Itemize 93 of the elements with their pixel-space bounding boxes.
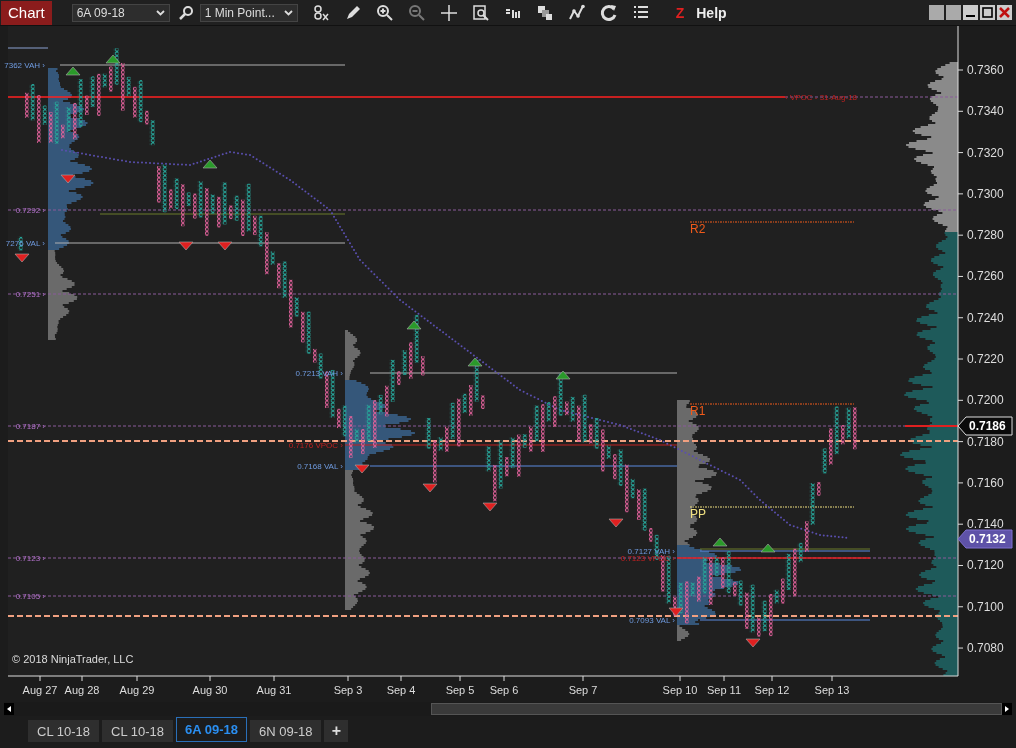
price-tick: 0.7300 [967,186,1004,201]
pivot-label: R2 [690,222,706,236]
minimize-icon[interactable] [963,5,978,20]
date-tick: Aug 30 [192,684,228,696]
up-triangle-icon [467,357,483,367]
date-tick: Sep 3 [333,684,363,696]
price-tick: 0.7140 [967,517,1004,532]
up-triangle-icon [760,543,776,553]
level-label: 0.7176 VPOC › [288,441,343,450]
down-triangle-icon [354,464,370,474]
bar-type-icon[interactable] [311,3,330,22]
price-tick: 0.7340 [967,104,1004,119]
date-tick: Aug 31 [256,684,292,696]
level-label: 0.7093 VAL › [629,616,675,625]
add-tab-button[interactable]: + [324,720,349,742]
date-tick: Sep 6 [489,684,519,696]
down-triangle-icon [60,174,76,184]
level-label: 7362 VAH › [4,61,45,70]
down-triangle-icon [14,253,30,263]
date-tick: Sep 11 [706,684,742,696]
level-label: 0.7123 › [15,554,45,563]
maximize-icon[interactable] [980,5,995,20]
down-triangle-icon [608,518,624,528]
down-triangle-icon [745,638,761,648]
up-triangle-icon [555,370,571,380]
date-tick: Aug 27 [22,684,58,696]
scrollbar-thumb[interactable] [431,703,1002,715]
down-triangle-icon [217,241,233,251]
zoom-out-icon[interactable] [407,3,426,22]
scroll-right-icon[interactable] [1002,703,1012,715]
caret-icon [155,9,165,16]
instrument-dropdown[interactable]: 6A 09-18 [71,3,170,22]
level-line [7,47,49,49]
price-tick: 0.7320 [967,145,1004,160]
close-icon[interactable] [997,5,1012,20]
down-triangle-icon [668,607,684,617]
price-tick: 0.7080 [967,641,1004,656]
line-chart-icon[interactable] [567,3,586,22]
price-tick: 0.7240 [967,310,1004,325]
up-triangle-icon [712,537,728,547]
pivot-label: PP [690,507,706,521]
chart-tab[interactable]: 6A 09-18 [176,717,247,742]
price-tick: 0.7260 [967,269,1004,284]
date-tick: Sep 10 [662,684,698,696]
chart-tab[interactable]: 6N 09-18 [250,720,322,742]
date-tick: Sep 7 [568,684,598,696]
pivot-label: R1 [690,404,706,418]
chart-tab[interactable]: CL 10-18 [102,720,173,742]
copyright: © 2018 NinjaTrader, LLC [12,653,134,665]
level-label: 0.7213 VAH › [295,369,343,378]
zoom-in-icon[interactable] [375,3,394,22]
down-triangle-icon [482,502,498,512]
date-tick: Sep 4 [386,684,416,696]
level-label: 0.7168 VAL › [297,462,343,471]
level-label: 0.7292 › [15,206,45,215]
price-tick: 0.7100 [967,599,1004,614]
price-tick: 0.7120 [967,558,1004,573]
date-tick: Aug 29 [119,684,155,696]
level-label: 0.7251 › [15,290,45,299]
up-triangle-icon [105,54,121,64]
level-label: 7276 VAL › [5,239,45,248]
price-tick: 0.7220 [967,352,1004,367]
date-tick: Aug 28 [64,684,100,696]
chart-tab[interactable]: CL 10-18 [28,720,99,742]
price-tick: 0.7360 [967,63,1004,77]
down-triangle-icon [178,241,194,251]
price-tick: 0.7180 [967,434,1004,449]
level-label: 0.7187 › [15,422,45,431]
price-marker: 0.7186 [957,416,1013,436]
date-tick: Sep 12 [754,684,790,696]
refresh-icon[interactable] [599,3,618,22]
scroll-left-icon[interactable] [4,703,14,715]
help-menu[interactable]: Help [696,4,727,21]
interval-dropdown[interactable]: 1 Min Point... [199,3,298,22]
layers-icon[interactable] [535,3,554,22]
data-box-icon[interactable] [471,3,490,22]
price-tick: 0.7280 [967,228,1004,243]
level-label: 0.7127 VAH › [627,547,675,556]
crosshair-icon[interactable] [439,3,458,22]
date-tick: Sep 13 [814,684,850,696]
caret-icon [283,9,293,16]
down-triangle-icon [422,483,438,493]
up-triangle-icon [202,159,218,169]
level-label: 0.7105 › [15,592,45,601]
price-tick: 0.7200 [967,393,1004,408]
date-tick: Sep 5 [445,684,475,696]
price-marker: 0.7132 [957,529,1013,549]
price-tick: 0.7160 [967,475,1004,490]
chart-title[interactable]: Chart [1,0,52,25]
up-triangle-icon [65,66,81,76]
vpoc-note: ‹ VPOC - 31-Aug-18 [785,93,858,102]
search-icon[interactable] [177,4,194,21]
up-triangle-icon [406,320,422,330]
